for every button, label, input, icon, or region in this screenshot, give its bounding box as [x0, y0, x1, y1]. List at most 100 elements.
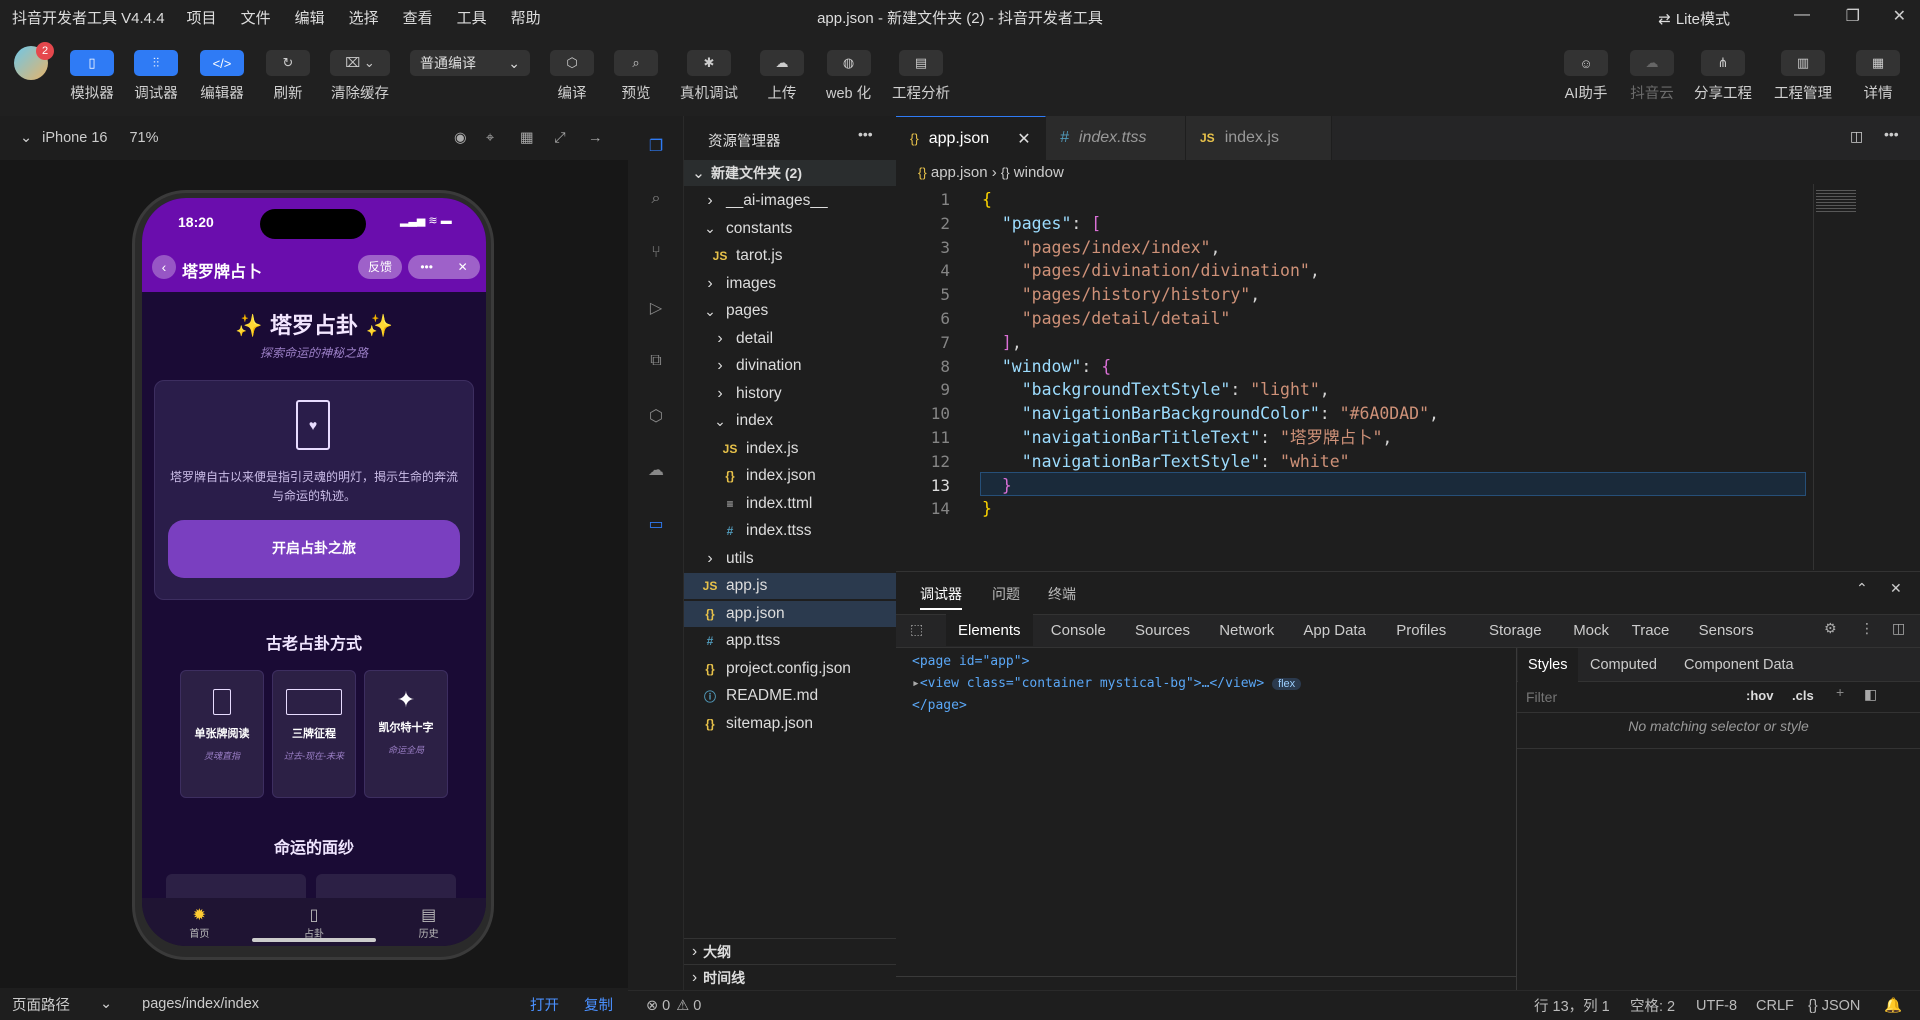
menu-view[interactable]: 查看 [403, 7, 433, 28]
method-card[interactable]: 三牌征程 过去-现在-未来 [272, 670, 356, 798]
analysis-button[interactable]: ▤ 工程分析 [892, 50, 950, 103]
more-vertical-icon[interactable]: ⋮ [1860, 620, 1874, 637]
close-icon[interactable]: ✕ [458, 260, 468, 274]
devtools-tab[interactable]: App Data [1291, 614, 1378, 646]
close-icon[interactable]: ✕ [1890, 580, 1902, 597]
tab-history[interactable]: ▤ 历史 [419, 905, 439, 940]
hov-toggle[interactable]: :hov [1746, 688, 1773, 703]
encoding[interactable]: UTF-8 [1696, 998, 1737, 1014]
minimize-icon[interactable]: — [1794, 6, 1810, 24]
code-editor[interactable] [896, 116, 1920, 571]
manage-button[interactable]: ▥ 工程管理 [1774, 50, 1832, 103]
tree-item[interactable]: › divination [684, 353, 896, 379]
back-icon[interactable]: ‹ [152, 255, 176, 279]
menu-select[interactable]: 选择 [349, 7, 379, 28]
line-ending[interactable]: CRLF [1756, 998, 1794, 1014]
devtools-tab[interactable]: Network [1207, 614, 1286, 646]
more-icon[interactable]: ••• [1884, 126, 1899, 142]
code-line[interactable]: "pages/index/index", [982, 236, 1221, 260]
tree-item[interactable]: ⌄ constants [684, 216, 896, 242]
ai-assistant-button[interactable]: ☺ AI助手 [1564, 50, 1608, 103]
share-button[interactable]: ⋔ 分享工程 [1694, 50, 1752, 103]
git-branch-icon[interactable]: ⑂ [645, 244, 667, 266]
simulator-button[interactable]: ▯ 模拟器 [70, 50, 114, 103]
timeline-section[interactable]: › 时间线 [684, 964, 896, 990]
target-icon[interactable]: ⌖ [486, 130, 494, 146]
tree-root[interactable]: ⌄ 新建文件夹 (2) [684, 160, 896, 186]
clear-cache-button[interactable]: ⌧ ⌄ 清除缓存 [330, 50, 390, 103]
cloud-icon[interactable]: ☁ [645, 460, 667, 482]
debugger-button[interactable]: ⫶⫶ 调试器 [134, 50, 178, 103]
tab-home[interactable]: ✹ 首页 [189, 905, 209, 940]
cloud-button[interactable]: ☁ 抖音云 [1630, 50, 1674, 103]
more-icon[interactable]: ••• [858, 126, 873, 142]
tree-item[interactable]: › history [684, 381, 896, 407]
tab-debugger[interactable]: 调试器 [920, 584, 962, 610]
chevron-down-icon[interactable]: ⌄ [20, 130, 32, 146]
indent-setting[interactable]: 空格: 2 [1630, 995, 1675, 1016]
tree-item[interactable]: ≡ index.ttml [684, 491, 896, 517]
compile-button[interactable]: ⬡ 编译 [550, 50, 594, 103]
real-debug-button[interactable]: ✱ 真机调试 [680, 50, 738, 103]
web-button[interactable]: ◍ web 化 [826, 50, 871, 103]
upload-button[interactable]: ☁ 上传 [760, 50, 804, 103]
cursor-position[interactable]: 行 13，列 1 [1534, 995, 1610, 1016]
code-line[interactable]: ], [982, 331, 1022, 355]
tab-app-json[interactable]: {} app.json ✕ [896, 116, 1046, 160]
compile-mode-select[interactable]: 普通编译 ⌄ [410, 50, 530, 76]
menu-project[interactable]: 项目 [187, 7, 217, 28]
code-line[interactable]: "pages": [ [982, 212, 1101, 236]
tab-terminal[interactable]: 终端 [1048, 584, 1076, 604]
editor-button[interactable]: </> 编辑器 [200, 50, 244, 103]
warning-icon[interactable]: ⚠ [676, 998, 689, 1014]
tree-item[interactable]: {} app.json [684, 600, 896, 627]
detail-button[interactable]: ▦ 详情 [1856, 50, 1900, 103]
tree-item[interactable]: › utils [684, 546, 896, 572]
devtools-tab[interactable]: Storage [1477, 614, 1554, 646]
code-line[interactable]: "pages/detail/detail" [982, 307, 1231, 331]
lite-mode-button[interactable]: ⇄ Lite模式 [1658, 8, 1730, 29]
tab-problems[interactable]: 问题 [992, 584, 1020, 604]
inspect-icon[interactable]: ⬚ [910, 621, 923, 638]
devtools-tab[interactable]: Sensors [1687, 614, 1766, 646]
files-icon[interactable]: ❐ [645, 136, 667, 158]
tab-index-js[interactable]: JS index.js [1186, 116, 1332, 160]
arrow-right-icon[interactable]: → [588, 130, 603, 146]
menu-tools[interactable]: 工具 [457, 7, 487, 28]
tree-item[interactable]: {} index.json [684, 463, 896, 489]
code-line[interactable]: } [982, 474, 1012, 498]
menu-help[interactable]: 帮助 [511, 7, 541, 28]
tree-item[interactable]: › images [684, 271, 896, 297]
tree-item[interactable]: # index.ttss [684, 518, 896, 544]
gear-icon[interactable]: ⚙ [1824, 620, 1837, 637]
minimap[interactable] [1816, 190, 1856, 212]
tree-item[interactable]: › __ai-images__ [684, 188, 896, 214]
tab-divination[interactable]: ▯ 占卦 [304, 905, 324, 940]
code-line[interactable]: "navigationBarTitleText": "塔罗牌占卜", [982, 426, 1393, 450]
devtools-tab[interactable]: Sources [1123, 614, 1202, 646]
feedback-button[interactable]: 反馈 [358, 255, 402, 279]
copy-link[interactable]: 复制 [584, 994, 613, 1015]
tree-item[interactable]: › detail [684, 326, 896, 352]
devtools-tab[interactable]: Mock [1561, 614, 1621, 646]
devtools-tab[interactable]: Profiles [1384, 614, 1458, 646]
preview-button[interactable]: ⌕ 预览 [614, 50, 658, 103]
devtools-tab[interactable]: Elements [946, 614, 1033, 646]
code-line[interactable]: { [982, 188, 992, 212]
extensions-icon[interactable]: ⧉ [645, 352, 667, 374]
error-icon[interactable]: ⊗ [646, 998, 658, 1014]
dom-view-node[interactable]: ▸<view class="container mystical-bg">…</… [912, 676, 1302, 691]
tab-computed[interactable]: Computed [1590, 648, 1657, 682]
code-line[interactable]: "pages/history/history", [982, 283, 1260, 307]
zoom-select[interactable]: 71% [129, 130, 158, 146]
expand-icon[interactable]: ⤢ [554, 130, 566, 146]
bell-icon[interactable]: 🔔 [1884, 997, 1902, 1014]
refresh-button[interactable]: ↻ 刷新 [266, 50, 310, 103]
menu-file[interactable]: 文件 [241, 7, 271, 28]
dock-icon[interactable]: ◫ [1892, 620, 1905, 637]
open-link[interactable]: 打开 [530, 994, 559, 1015]
chevron-down-icon[interactable]: ⌄ [100, 996, 112, 1012]
breadcrumb-node[interactable]: window [1014, 164, 1064, 181]
cube-icon[interactable]: ⬡ [645, 406, 667, 428]
monitor-icon[interactable]: ▭ [645, 514, 667, 536]
